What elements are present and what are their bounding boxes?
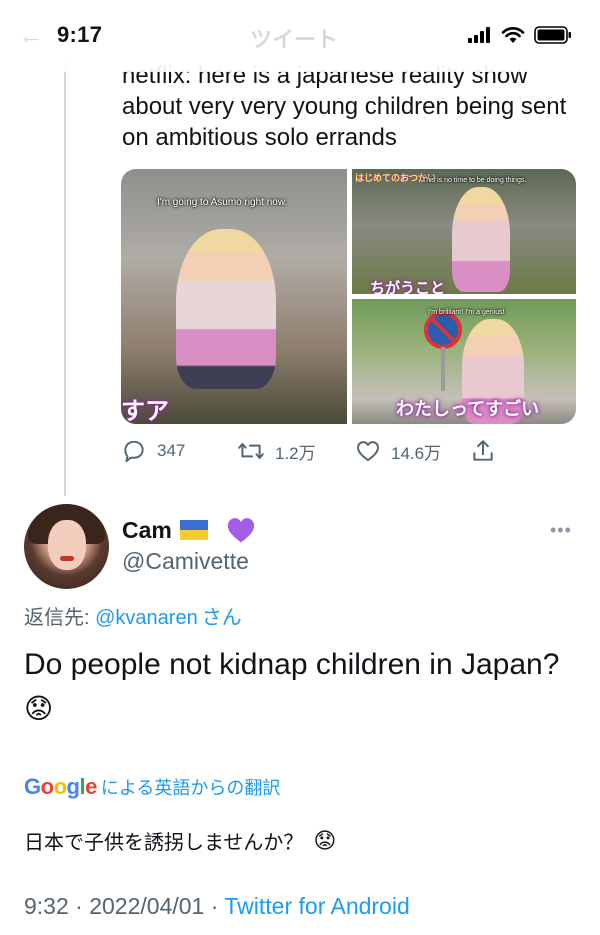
translated-text-body: 日本で子供を誘拐しませんか？: [24, 832, 304, 854]
meta-separator: ·: [210, 893, 219, 919]
quoted-tweet-text: netflix: here is a japanese reality show…: [122, 62, 567, 151]
media-subtitle: I'm going to Asumo right now.: [157, 197, 288, 208]
translation-attribution[interactable]: Google による英語からの翻訳: [24, 774, 280, 800]
media-subtitle: This is no time to be doing things.: [422, 177, 527, 184]
road-sign-icon: [424, 311, 462, 391]
avatar-lips: [60, 556, 74, 561]
google-logo-letter: o: [53, 774, 67, 799]
google-logo-letter: e: [85, 774, 97, 799]
meta-separator: ·: [75, 893, 83, 919]
media-caption: ちがうこと: [370, 280, 446, 294]
status-time: 9:17: [57, 22, 103, 47]
media-image-bottom-right[interactable]: I'm brilliant! I'm a genius! わたしってすごい: [352, 299, 576, 424]
user-handle[interactable]: @Camivette: [122, 548, 249, 575]
ukraine-flag-icon: [179, 520, 208, 540]
share-action[interactable]: [470, 438, 496, 464]
like-count: 14.6万: [391, 443, 442, 463]
child-figure: [452, 187, 510, 292]
google-logo-letter: o: [40, 774, 54, 799]
google-logo: Google: [24, 774, 97, 800]
replying-to-prefix: 返信先:: [24, 607, 96, 629]
reply-count: 347: [157, 441, 186, 460]
media-subtitle: I'm brilliant! I'm a genius!: [428, 309, 505, 316]
translation-label: による英語からの翻訳: [100, 778, 281, 798]
share-icon[interactable]: [470, 438, 496, 464]
media-grid: I'm going to Asumo right now. すア はじめてのおつ…: [121, 169, 576, 424]
avatar[interactable]: [24, 504, 109, 589]
tweet-meta: 9:32 · 2022/04/01 · Twitter for Android: [24, 893, 410, 920]
translated-text: 日本で子供を誘拐しませんか？ 😟: [24, 826, 336, 855]
cellular-signal-icon: [468, 27, 490, 43]
reply-icon[interactable]: [121, 438, 147, 464]
media-image-main[interactable]: I'm going to Asumo right now. すア: [121, 169, 347, 424]
like-action[interactable]: 14.6万: [355, 438, 441, 464]
tweet-text-body: Do people not kidnap children in Japan?: [24, 648, 560, 681]
tweet-time: 9:32: [24, 893, 69, 919]
tweet-date: 2022/04/01: [89, 893, 205, 919]
page-title: ツイート: [250, 27, 339, 52]
child-figure: [176, 229, 276, 389]
purple-heart-icon: [227, 518, 254, 543]
reply-action[interactable]: 347: [121, 438, 185, 464]
replying-to: 返信先: @kvanaren さん: [24, 601, 242, 630]
tweet-source[interactable]: Twitter for Android: [224, 893, 409, 919]
worried-face-emoji: 😟: [313, 827, 337, 853]
worried-face-emoji: 😟: [24, 693, 54, 724]
status-bar: ← ツイート 9:17: [0, 0, 600, 72]
wifi-icon: [501, 27, 525, 43]
display-name[interactable]: Cam: [122, 516, 256, 544]
google-logo-letter: g: [66, 774, 80, 799]
more-options-icon[interactable]: •••: [550, 520, 572, 541]
avatar-face: [48, 520, 86, 570]
replying-to-mention[interactable]: @kvanaren: [95, 607, 198, 629]
google-logo-letter: G: [24, 774, 41, 799]
tweet-actions: 347 1.2万 14.6万: [121, 438, 511, 468]
display-name-text: Cam: [122, 516, 172, 543]
retweet-count: 1.2万: [275, 443, 316, 463]
status-icons: [468, 26, 572, 44]
media-image-top-right[interactable]: はじめてのおつかい This is no time to be doing th…: [352, 169, 576, 294]
thread-line: [64, 60, 66, 496]
tweet-text: Do people not kidnap children in Japan? …: [24, 643, 564, 731]
media-caption: すア: [121, 398, 169, 424]
media-caption: わたしってすごい: [396, 399, 540, 419]
battery-icon: [534, 26, 571, 44]
retweet-icon[interactable]: [237, 438, 265, 464]
back-arrow-icon[interactable]: ←: [18, 20, 44, 51]
retweet-action[interactable]: 1.2万: [237, 438, 316, 464]
heart-icon[interactable]: [355, 438, 381, 464]
replying-to-suffix: さん: [201, 607, 242, 629]
